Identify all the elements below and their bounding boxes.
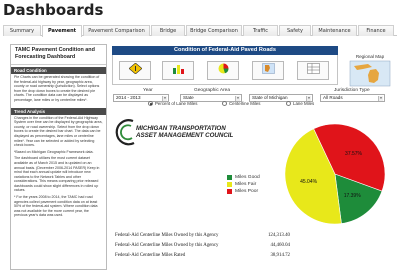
jurisdiction-label: Jurisdiction Type — [334, 88, 370, 93]
stat-value-owned-2: 44,460.04 — [270, 243, 290, 248]
trend-paragraph-3: The dashboard utilizes the most current … — [14, 156, 100, 193]
radio-lane-miles[interactable]: Lane Miles — [286, 101, 314, 106]
radio-centerline-miles[interactable]: Centerline Miles — [222, 101, 260, 106]
year-select-value: 2014 - 2013 — [116, 95, 141, 100]
road-condition-heading: Road Condition — [11, 67, 106, 74]
tab-safety[interactable]: Safety — [279, 25, 311, 36]
table-icon — [307, 63, 320, 74]
trend-analysis-text: Changes in the condition of the Federal-… — [11, 115, 106, 221]
view-pie-button[interactable] — [207, 61, 239, 80]
legend-swatch-fair — [227, 182, 232, 187]
trend-analysis-heading: Trend Analysis — [11, 107, 106, 115]
legend-label-poor: Miles Poor — [235, 189, 259, 194]
info-panel-title: TAMC Pavement Condition and Forecasting … — [11, 45, 106, 65]
legend-label-fair: Miles Fair — [235, 182, 257, 187]
road-condition-text: Pie Charts can be generated showing the … — [11, 74, 106, 106]
tab-summary[interactable]: Summary — [3, 25, 41, 36]
view-table-button[interactable] — [297, 61, 329, 80]
pie-chart-icon — [218, 63, 229, 74]
legend-swatch-poor — [227, 189, 232, 194]
jurisdiction-select[interactable]: All Roads ▼ — [320, 94, 385, 102]
area-select-value: State of Michigan — [252, 95, 288, 100]
info-panel: TAMC Pavement Condition and Forecasting … — [10, 44, 107, 270]
radio-indicator — [222, 101, 227, 106]
tab-bridge-comparison[interactable]: Bridge Comparison — [186, 25, 242, 36]
stat-label-rated: Federal-Aid Centerline Miles Rated — [115, 253, 186, 258]
tab-pavement[interactable]: Pavement — [42, 25, 82, 37]
stat-label-owned-2: Federal-Aid Centerline Miles Owned by th… — [115, 243, 219, 248]
pie-value-label: 45.04% — [300, 179, 318, 185]
road-condition-paragraph: Pie Charts can be generated showing the … — [14, 75, 100, 102]
legend-item-good: Miles Good — [227, 174, 269, 181]
trend-paragraph-1: Changes in the condition of the Federal-… — [14, 115, 103, 148]
radio-centerline-miles-label: Centerline Miles — [229, 101, 261, 106]
tab-bridge[interactable]: Bridge — [151, 25, 185, 36]
app-title: Dashboards — [3, 1, 104, 19]
legend-label-good: Miles Good — [235, 175, 260, 180]
legend-item-fair: Miles Fair — [227, 181, 269, 188]
trend-paragraph-4: * For the years 2008 to 2014, the TAMC h… — [14, 195, 98, 218]
tab-pavement-comparison[interactable]: Pavement Comparison — [83, 25, 150, 36]
bar-chart-icon — [173, 65, 184, 74]
chart-legend: Miles Good Miles Fair Miles Poor — [227, 174, 269, 195]
radio-indicator — [148, 101, 153, 106]
chevron-down-icon: ▼ — [378, 96, 383, 101]
map-icon — [262, 63, 275, 74]
tab-traffic[interactable]: Traffic — [243, 25, 278, 36]
pie-value-label: 17.39% — [344, 193, 362, 199]
radio-indicator — [286, 101, 291, 106]
geographic-area-label: Geographic Area — [194, 88, 230, 93]
dashboard-page: Dashboards Summary Pavement Pavement Com… — [0, 0, 400, 275]
michigan-map-icon — [349, 60, 391, 87]
logo-text-line-2: ASSET MANAGEMENT COUNCIL — [136, 132, 234, 139]
jurisdiction-select-value: All Roads — [323, 95, 343, 100]
chart-section-header: Condition of Federal-Aid Paved Roads — [112, 46, 338, 55]
radio-lane-miles-label: Lane Miles — [293, 101, 315, 106]
road-icon — [129, 63, 142, 74]
radio-percent-lane-miles[interactable]: Percent of Lane Miles — [148, 101, 197, 106]
tab-bar: Summary Pavement Pavement Comparison Bri… — [3, 25, 397, 37]
logo-text-line-1: MICHIGAN TRANSPORTATION — [136, 125, 226, 132]
stat-label-owned-1: Federal-Aid Centerline Miles Owned by th… — [115, 233, 219, 238]
trend-paragraph-2: *Based on Michigan Geographic Framework … — [14, 149, 94, 154]
stat-value-rated: 38,914.72 — [270, 253, 290, 258]
view-map-button[interactable] — [252, 61, 284, 80]
tab-finance[interactable]: Finance — [358, 25, 394, 36]
radio-percent-lane-miles-label: Percent of Lane Miles — [155, 101, 198, 106]
year-label: Year — [143, 88, 153, 93]
view-bar-button[interactable] — [162, 61, 194, 80]
pie-value-label: 37.57% — [345, 151, 363, 157]
tab-maintenance[interactable]: Maintenance — [312, 25, 357, 36]
regional-map[interactable]: Regional Map — [348, 54, 392, 87]
tamc-logo: MICHIGAN TRANSPORTATION ASSET MANAGEMENT… — [113, 117, 234, 152]
legend-swatch-good — [227, 175, 232, 180]
legend-item-poor: Miles Poor — [227, 188, 269, 195]
view-selector-box — [112, 55, 338, 85]
condition-pie-chart: 17.39% 45.04% 37.57% — [284, 123, 386, 225]
geographic-area-value: State — [183, 95, 194, 100]
stat-value-owned-1: 124,313.40 — [267, 233, 290, 238]
view-road-button[interactable] — [119, 61, 151, 80]
